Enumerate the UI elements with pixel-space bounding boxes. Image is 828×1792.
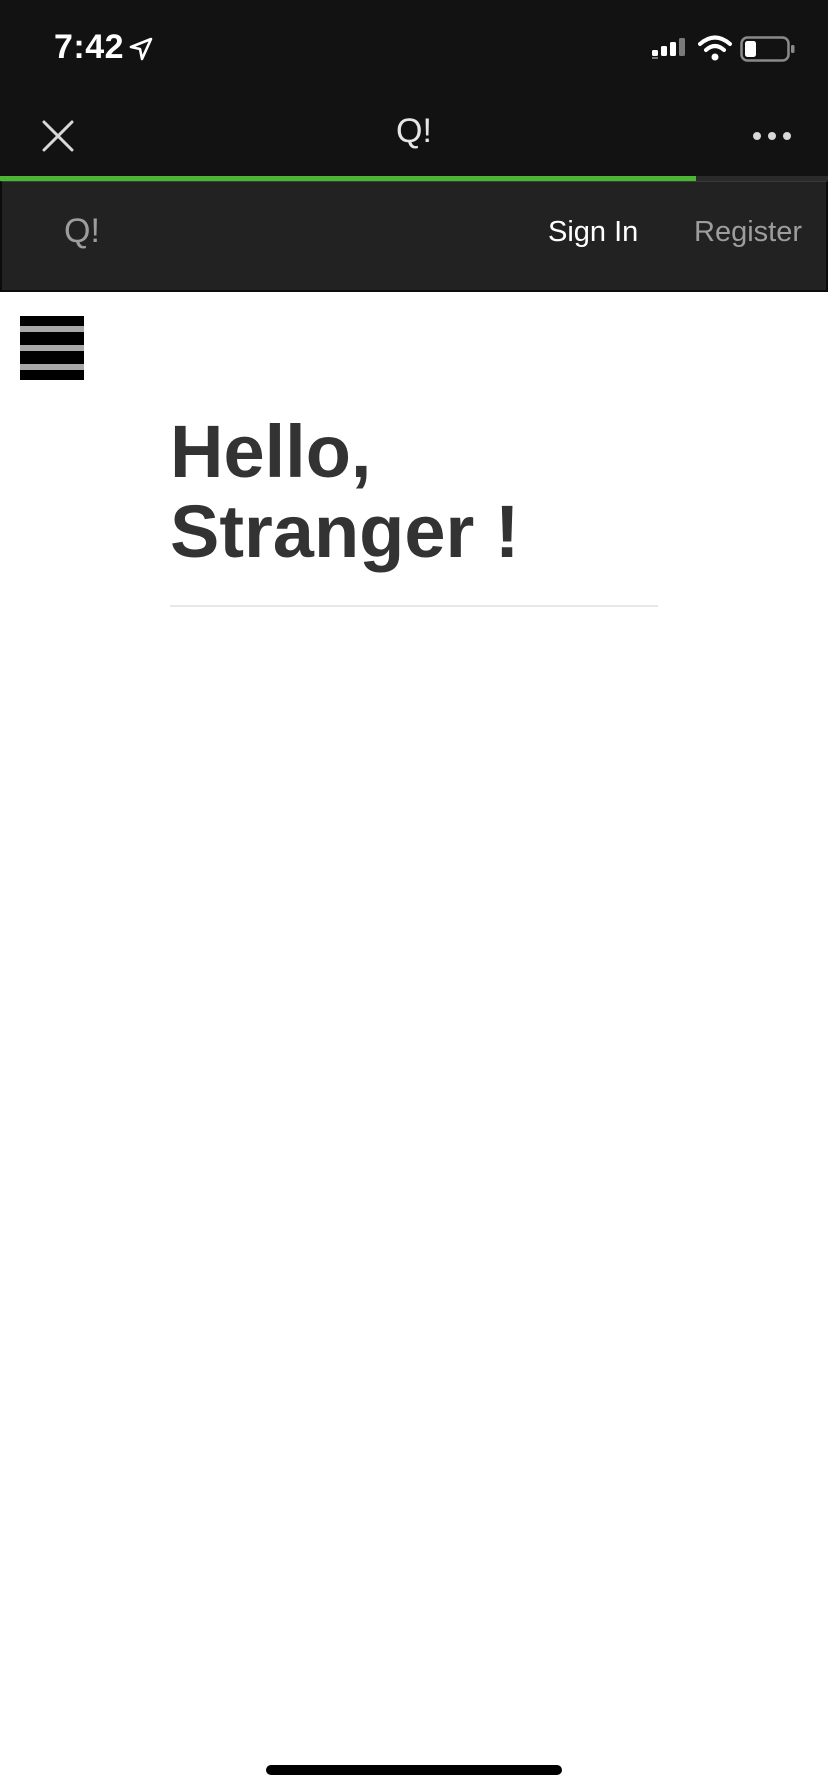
divider bbox=[170, 605, 658, 607]
cellular-signal-icon bbox=[652, 38, 685, 59]
greeting-heading: Hello, Stranger ! bbox=[170, 412, 690, 572]
register-link[interactable]: Register bbox=[694, 216, 802, 249]
more-dots-icon bbox=[753, 132, 791, 140]
hamburger-menu-icon[interactable] bbox=[20, 316, 84, 380]
status-time: 7:42 bbox=[54, 28, 125, 66]
navbar-brand-link[interactable]: Q! bbox=[64, 212, 100, 251]
site-navbar: Q! Sign In Register bbox=[0, 181, 828, 292]
greeting-line-2: Stranger ! bbox=[170, 490, 520, 573]
browser-title: Q! bbox=[396, 112, 432, 150]
home-indicator[interactable] bbox=[266, 1765, 562, 1775]
sign-in-link[interactable]: Sign In bbox=[548, 216, 638, 249]
location-arrow-icon bbox=[129, 37, 153, 61]
wifi-icon bbox=[698, 35, 732, 61]
battery-icon bbox=[740, 36, 795, 62]
status-bar: 7:42 bbox=[0, 0, 828, 98]
browser-toolbar: Q! bbox=[0, 98, 828, 178]
more-options-button[interactable] bbox=[742, 112, 802, 160]
greeting-line-1: Hello, bbox=[170, 410, 372, 493]
screen: 7:42 Q! Q! Sign In Register Hello, Stran… bbox=[0, 0, 828, 1792]
